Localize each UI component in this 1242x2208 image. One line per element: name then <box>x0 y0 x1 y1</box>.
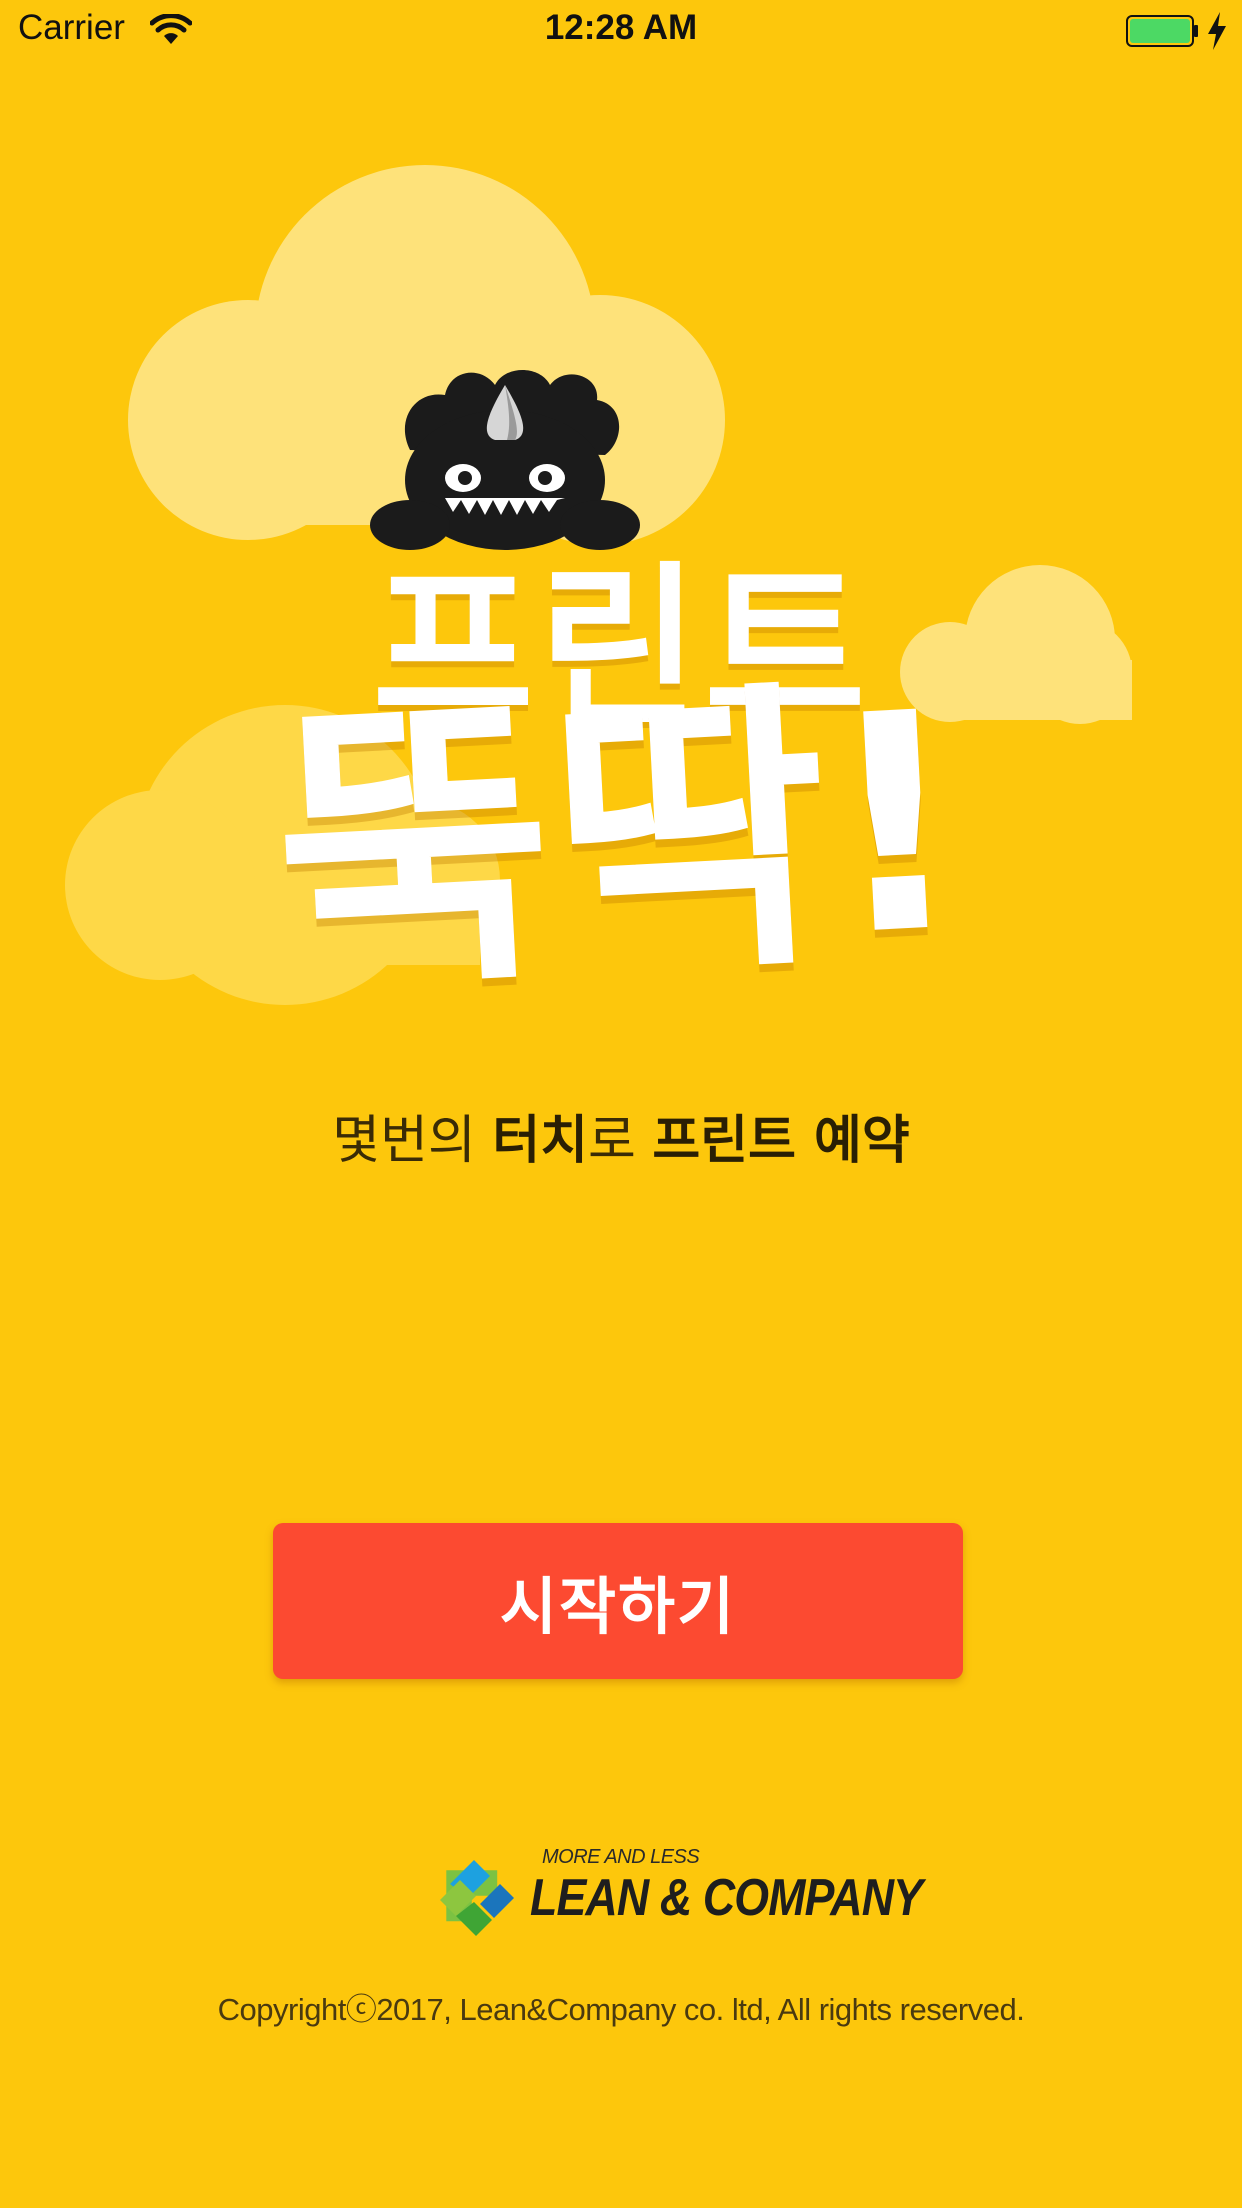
start-button-label: 시작하기 <box>499 1570 737 1643</box>
tagline-part3: 로 <box>588 1111 653 1171</box>
copyright-text: Copyrightⓒ2017, Lean&Company co. ltd, Al… <box>217 1992 1025 2027</box>
tagline: 몇번의 터치로 프린트 예약 <box>0 1098 1242 1173</box>
company-logo: MORE AND LESS LEAN & COMPANY <box>430 1846 923 1946</box>
company-name: LEAN & COMPANY <box>530 1869 923 1927</box>
tagline-part2: 터치 <box>492 1111 589 1171</box>
start-button[interactable]: 시작하기 <box>273 1523 963 1679</box>
company-tagline: MORE AND LESS <box>542 1846 700 1868</box>
hero-illustration: 프린트 뚝딱! <box>0 0 1242 1100</box>
hero-title-main: 뚝딱! <box>266 647 974 1032</box>
tagline-part1: 몇번의 <box>332 1111 493 1171</box>
tagline-part4: 프린트 예약 <box>652 1111 910 1171</box>
company-logo-icon <box>440 1860 514 1936</box>
